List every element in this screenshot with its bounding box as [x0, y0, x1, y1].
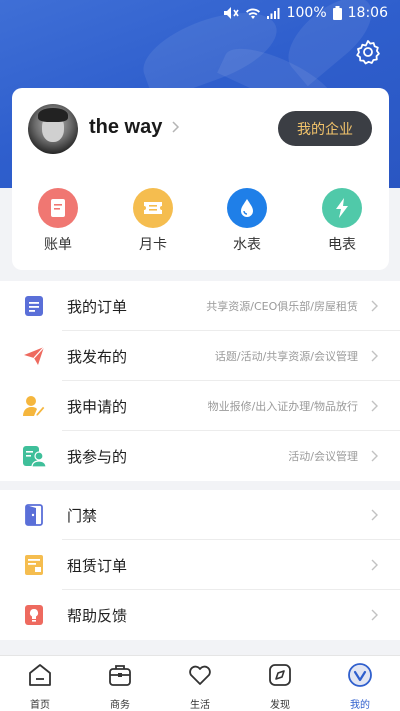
- chevron-right-icon: [172, 121, 180, 133]
- wifi-icon: [245, 8, 260, 19]
- quick-action-label: 月卡: [139, 237, 167, 253]
- menu-item-label: 我的订单: [67, 297, 128, 316]
- ticket-icon: [144, 202, 162, 214]
- home-icon: [29, 664, 51, 686]
- chevron-right-icon: [371, 350, 378, 362]
- tab-label: 首页: [30, 700, 50, 711]
- status-bar: 100% 18:06: [0, 0, 400, 28]
- menu-item-my-orders[interactable]: 我的订单 共享资源/CEO俱乐部/房屋租赁: [0, 281, 400, 331]
- menu-item-desc: 话题/活动/共享资源/会议管理: [214, 350, 358, 363]
- chevron-right-icon: [371, 509, 378, 521]
- tab-mine[interactable]: 我的: [330, 662, 390, 711]
- menu-group-activity: 我的订单 共享资源/CEO俱乐部/房屋租赁 我发布的 话题/活动/共享资源/会议…: [0, 281, 400, 481]
- battery-icon: [332, 6, 342, 20]
- tab-home[interactable]: 首页: [10, 662, 70, 711]
- menu-item-my-participation[interactable]: 我参与的 活动/会议管理: [0, 431, 400, 481]
- tab-discover[interactable]: 发现: [250, 662, 310, 711]
- mute-icon: [223, 7, 239, 19]
- participate-icon: [23, 446, 46, 468]
- menu-item-label: 门禁: [67, 506, 98, 525]
- my-enterprise-button[interactable]: 我的企业: [278, 111, 372, 146]
- compass-icon: [269, 664, 291, 686]
- battery-percent: 100%: [286, 5, 327, 21]
- profile-card: the way 我的企业 账单 月卡 水表 电表: [12, 88, 389, 270]
- bottom-tab-bar: 首页 商务 生活 发现 我的: [0, 655, 400, 711]
- menu-item-desc: 物业报修/出入证办理/物品放行: [207, 400, 358, 413]
- apply-icon: [23, 396, 46, 417]
- profile-icon: [348, 663, 372, 687]
- gear-icon: [356, 40, 380, 65]
- menu-item-my-applications[interactable]: 我申请的 物业报修/出入证办理/物品放行: [0, 381, 400, 431]
- briefcase-icon: [109, 665, 131, 686]
- menu-group-services: 门禁 租赁订单 帮助反馈: [0, 490, 400, 640]
- quick-action-bill[interactable]: 账单: [28, 188, 88, 254]
- water-drop-icon: [241, 199, 253, 217]
- tab-label: 商务: [110, 700, 130, 711]
- menu-item-label: 帮助反馈: [67, 606, 128, 625]
- menu-item-label: 我申请的: [67, 397, 128, 416]
- bill-icon: [51, 199, 65, 217]
- chevron-right-icon: [371, 300, 378, 312]
- quick-action-label: 电表: [328, 237, 356, 253]
- order-icon: [25, 296, 43, 316]
- settings-button[interactable]: [354, 38, 382, 66]
- menu-item-desc: 活动/会议管理: [288, 450, 358, 463]
- quick-action-monthly-card[interactable]: 月卡: [123, 188, 183, 254]
- menu-item-label: 我发布的: [67, 347, 128, 366]
- tab-business[interactable]: 商务: [90, 662, 150, 711]
- send-icon: [24, 346, 45, 365]
- quick-action-label: 账单: [44, 237, 72, 253]
- feedback-icon: [25, 605, 43, 625]
- chevron-right-icon: [371, 609, 378, 621]
- chevron-right-icon: [371, 450, 378, 462]
- chevron-right-icon: [371, 559, 378, 571]
- menu-item-my-posts[interactable]: 我发布的 话题/活动/共享资源/会议管理: [0, 331, 400, 381]
- chevron-right-icon: [371, 400, 378, 412]
- lightning-icon: [336, 198, 348, 218]
- door-icon: [25, 504, 43, 526]
- signal-icon: [266, 8, 280, 19]
- clock: 18:06: [347, 5, 388, 21]
- lease-icon: [25, 555, 43, 575]
- menu-item-label: 租赁订单: [67, 556, 128, 575]
- tab-label: 发现: [270, 700, 290, 711]
- quick-action-electric-meter[interactable]: 电表: [312, 188, 372, 254]
- menu-item-lease-orders[interactable]: 租赁订单: [0, 540, 400, 590]
- heart-icon: [189, 665, 211, 685]
- menu-item-label: 我参与的: [67, 447, 128, 466]
- menu-item-desc: 共享资源/CEO俱乐部/房屋租赁: [206, 300, 358, 313]
- tab-label: 生活: [190, 700, 210, 711]
- quick-action-label: 水表: [233, 237, 261, 253]
- menu-item-access-control[interactable]: 门禁: [0, 490, 400, 540]
- menu-item-help-feedback[interactable]: 帮助反馈: [0, 590, 400, 640]
- username[interactable]: the way: [89, 116, 162, 139]
- avatar[interactable]: [28, 104, 78, 154]
- tab-life[interactable]: 生活: [170, 662, 230, 711]
- tab-label: 我的: [350, 700, 370, 711]
- quick-action-water-meter[interactable]: 水表: [217, 188, 277, 254]
